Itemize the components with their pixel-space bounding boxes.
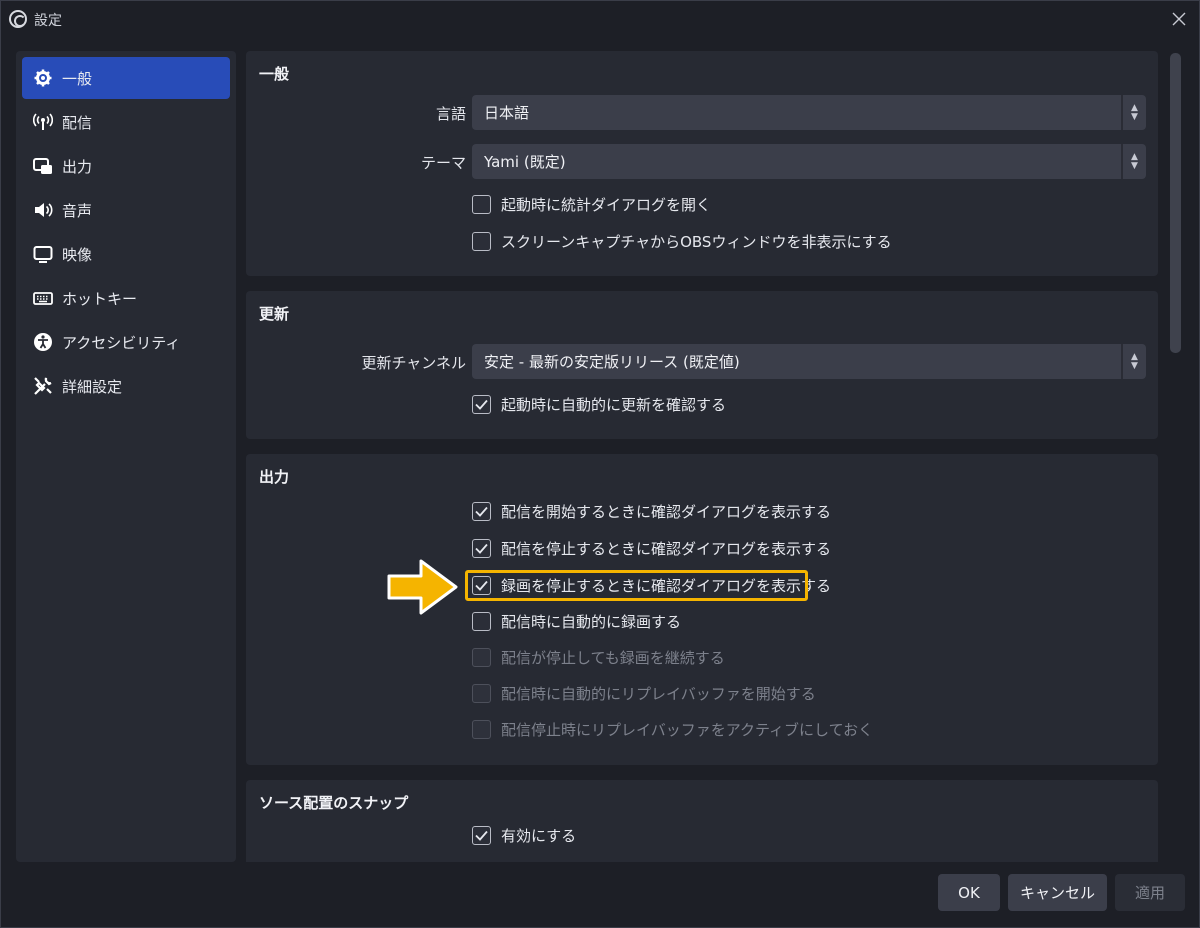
sidebar-item-video[interactable]: 映像 bbox=[22, 233, 230, 275]
group-title: ソース配置のスナップ bbox=[259, 794, 409, 812]
group-title: 一般 bbox=[259, 65, 290, 83]
checkbox-icon bbox=[472, 683, 491, 703]
sidebar-item-output[interactable]: 出力 bbox=[22, 145, 230, 187]
sidebar-item-label: 音声 bbox=[62, 201, 93, 220]
output-group: 出力 配信を開始するときに確認ダイアログを表示する 配信を停止するときに確認ダイ… bbox=[246, 454, 1158, 765]
checkbox-icon bbox=[472, 538, 491, 558]
sidebar-item-advanced[interactable]: 詳細設定 bbox=[22, 365, 230, 407]
chevron-updown-icon: ▲ ▼ bbox=[1121, 95, 1146, 130]
update-group: 更新 更新チャンネル 安定 - 最新の安定版リリース (既定値) ▲ ▼ 起動時に… bbox=[246, 291, 1158, 439]
auto-record-checkbox[interactable]: 配信時に自動的に録画する bbox=[472, 609, 681, 633]
broadcast-antenna-icon bbox=[32, 111, 54, 133]
checkbox-icon bbox=[472, 231, 491, 251]
language-label: 言語 bbox=[435, 105, 466, 123]
sidebar-item-label: アクセシビリティ bbox=[62, 333, 181, 352]
vertical-scrollbar[interactable] bbox=[1166, 51, 1186, 862]
keep-replay-buffer-checkbox[interactable]: 配信停止時にリプレイバッファをアクティブにしておく bbox=[472, 717, 873, 741]
source-snap-group: ソース配置のスナップ 有効にする bbox=[246, 780, 1158, 862]
checkbox-icon bbox=[472, 647, 491, 667]
checkbox-label: スクリーンキャプチャからOBSウィンドウを非表示にする bbox=[501, 232, 892, 251]
close-button[interactable] bbox=[1165, 5, 1193, 33]
group-title: 更新 bbox=[259, 305, 290, 323]
checkbox-icon bbox=[472, 825, 491, 845]
theme-value: Yami (既定) bbox=[484, 153, 566, 171]
chevron-updown-icon: ▲ ▼ bbox=[1121, 344, 1146, 379]
theme-select[interactable]: Yami (既定) ▲ ▼ bbox=[472, 144, 1146, 179]
group-title: 出力 bbox=[259, 468, 290, 486]
update-channel-row: 更新チャンネル 安定 - 最新の安定版リリース (既定値) ▲ ▼ bbox=[246, 344, 1158, 380]
keep-recording-checkbox[interactable]: 配信が停止しても録画を継続する bbox=[472, 645, 725, 669]
language-row: 言語 日本語 ▲ ▼ bbox=[246, 95, 1158, 131]
speaker-icon bbox=[32, 199, 54, 221]
sidebar-item-audio[interactable]: 音声 bbox=[22, 189, 230, 231]
cancel-button[interactable]: キャンセル bbox=[1008, 874, 1107, 911]
gear-icon bbox=[32, 67, 54, 89]
sidebar-item-label: 映像 bbox=[62, 245, 93, 264]
highlight-box bbox=[465, 570, 808, 601]
settings-content: 一般 言語 日本語 ▲ ▼ テーマ Yami (既定) ▲ ▼ 起動時に統計ダイアロ… bbox=[246, 51, 1158, 862]
obs-logo-icon bbox=[9, 10, 27, 28]
checkbox-icon bbox=[472, 719, 491, 739]
settings-window: 設定 一般 配信 出力 音声 映像 ホットキー アクセシビリティ 詳細設定 一般… bbox=[0, 0, 1200, 928]
window-title: 設定 bbox=[34, 13, 62, 29]
update-channel-label: 更新チャンネル bbox=[361, 354, 466, 372]
sidebar: 一般 配信 出力 音声 映像 ホットキー アクセシビリティ 詳細設定 bbox=[16, 51, 236, 862]
hide-obs-capture-checkbox[interactable]: スクリーンキャプチャからOBSウィンドウを非表示にする bbox=[472, 229, 892, 253]
sidebar-item-label: ホットキー bbox=[62, 289, 138, 308]
checkbox-label: 起動時に統計ダイアログを開く bbox=[501, 195, 712, 214]
checkbox-icon bbox=[472, 394, 491, 414]
output-icon bbox=[32, 155, 54, 177]
auto-update-checkbox[interactable]: 起動時に自動的に更新を確認する bbox=[472, 392, 726, 416]
confirm-stop-stream-checkbox[interactable]: 配信を停止するときに確認ダイアログを表示する bbox=[472, 536, 831, 560]
monitor-icon bbox=[32, 243, 54, 265]
checkbox-icon bbox=[472, 501, 491, 521]
apply-button[interactable]: 適用 bbox=[1115, 874, 1185, 911]
accessibility-icon bbox=[32, 331, 54, 353]
scrollbar-thumb[interactable] bbox=[1170, 53, 1181, 353]
snap-enable-checkbox[interactable]: 有効にする bbox=[472, 823, 576, 847]
checkbox-label: 配信時に自動的にリプレイバッファを開始する bbox=[501, 684, 816, 703]
theme-label: テーマ bbox=[420, 154, 466, 172]
update-channel-select[interactable]: 安定 - 最新の安定版リリース (既定値) ▲ ▼ bbox=[472, 344, 1146, 379]
sidebar-item-label: 詳細設定 bbox=[62, 377, 123, 396]
auto-replay-buffer-checkbox[interactable]: 配信時に自動的にリプレイバッファを開始する bbox=[472, 681, 816, 705]
language-select[interactable]: 日本語 ▲ ▼ bbox=[472, 95, 1146, 130]
checkbox-label: 配信を停止するときに確認ダイアログを表示する bbox=[501, 539, 832, 558]
sidebar-item-general[interactable]: 一般 bbox=[22, 57, 230, 99]
sidebar-item-stream[interactable]: 配信 bbox=[22, 101, 230, 143]
checkbox-icon bbox=[472, 194, 491, 214]
confirm-start-stream-checkbox[interactable]: 配信を開始するときに確認ダイアログを表示する bbox=[472, 499, 831, 523]
theme-row: テーマ Yami (既定) ▲ ▼ bbox=[246, 144, 1158, 180]
sidebar-item-label: 配信 bbox=[62, 113, 93, 132]
tools-icon bbox=[32, 375, 54, 397]
ok-button[interactable]: OK bbox=[938, 874, 1000, 911]
checkbox-label: 配信停止時にリプレイバッファをアクティブにしておく bbox=[501, 720, 874, 739]
update-channel-value: 安定 - 最新の安定版リリース (既定値) bbox=[484, 353, 740, 371]
sidebar-item-accessibility[interactable]: アクセシビリティ bbox=[22, 321, 230, 363]
checkbox-label: 配信時に自動的に録画する bbox=[501, 612, 682, 631]
sidebar-item-hotkeys[interactable]: ホットキー bbox=[22, 277, 230, 319]
language-value: 日本語 bbox=[484, 104, 530, 122]
close-icon bbox=[1172, 12, 1186, 26]
open-stats-checkbox[interactable]: 起動時に統計ダイアログを開く bbox=[472, 192, 711, 216]
checkbox-label: 配信を開始するときに確認ダイアログを表示する bbox=[501, 502, 832, 521]
chevron-updown-icon: ▲ ▼ bbox=[1121, 144, 1146, 179]
checkbox-icon bbox=[472, 611, 491, 631]
general-group: 一般 言語 日本語 ▲ ▼ テーマ Yami (既定) ▲ ▼ 起動時に統計ダイアロ… bbox=[246, 51, 1158, 276]
checkbox-label: 有効にする bbox=[501, 826, 577, 845]
keyboard-icon bbox=[32, 287, 54, 309]
checkbox-label: 配信が停止しても録画を継続する bbox=[501, 648, 725, 667]
sidebar-item-label: 一般 bbox=[62, 69, 93, 88]
title-bar: 設定 bbox=[1, 1, 1199, 37]
sidebar-item-label: 出力 bbox=[62, 157, 93, 176]
checkbox-label: 起動時に自動的に更新を確認する bbox=[501, 395, 727, 414]
pointer-arrow-icon bbox=[387, 559, 458, 615]
